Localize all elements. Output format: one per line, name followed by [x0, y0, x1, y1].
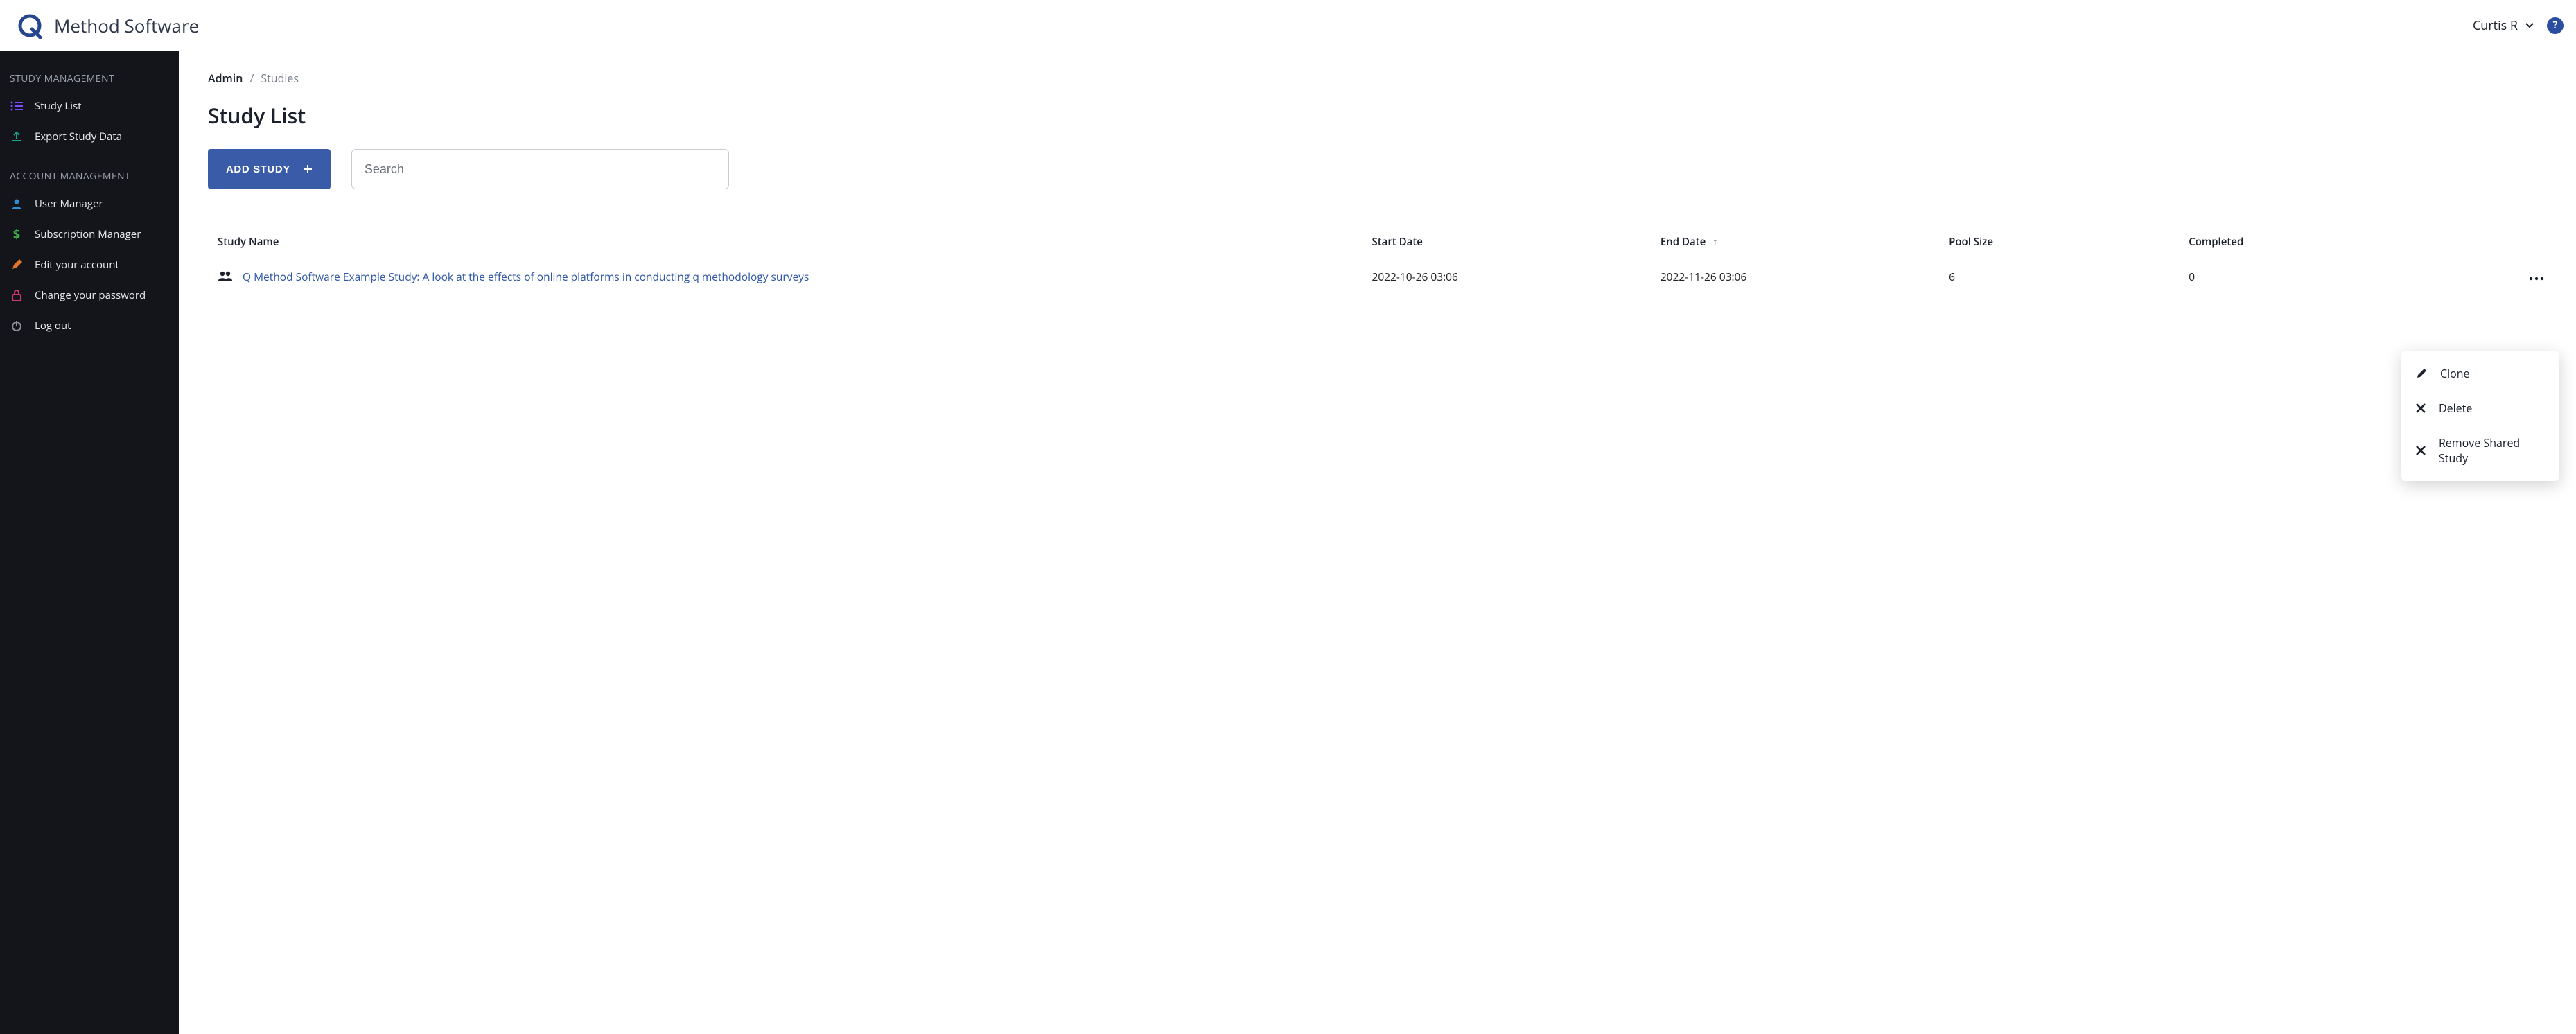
cell-pool-size: 6: [1939, 259, 2179, 295]
user-icon: [10, 197, 24, 211]
row-actions-button[interactable]: [2529, 277, 2544, 281]
svg-text:$: $: [13, 227, 20, 241]
sidebar-item-label: Subscription Manager: [35, 227, 141, 241]
table-header-row: Study Name Start Date End Date ↑ Pool Si…: [208, 228, 2554, 259]
sidebar-item-logout[interactable]: Log out: [0, 310, 179, 341]
breadcrumb-current: Studies: [261, 71, 299, 86]
app-header: Method Software Curtis R ?: [0, 0, 2576, 51]
sidebar-item-label: Export Study Data: [35, 130, 122, 143]
col-header-actions: [2460, 228, 2554, 259]
sidebar-item-subscription-manager[interactable]: $ Subscription Manager: [0, 219, 179, 249]
col-header-study-name[interactable]: Study Name: [208, 228, 1362, 259]
user-menu[interactable]: Curtis R: [2473, 17, 2534, 34]
cell-completed: 0: [2179, 259, 2460, 295]
add-study-label: ADD STUDY: [226, 164, 290, 175]
close-icon: [2415, 403, 2426, 414]
brand-name: Method Software: [54, 13, 199, 38]
col-header-pool-size[interactable]: Pool Size: [1939, 228, 2179, 259]
sidebar-item-change-password[interactable]: Change your password: [0, 280, 179, 310]
upload-icon: [10, 130, 24, 143]
search-input[interactable]: [351, 149, 729, 189]
lock-icon: [10, 288, 24, 302]
sidebar-item-export-study-data[interactable]: Export Study Data: [0, 121, 179, 152]
sidebar-item-edit-account[interactable]: Edit your account: [0, 249, 179, 280]
breadcrumb: Admin / Studies: [208, 71, 2554, 86]
add-study-button[interactable]: ADD STUDY: [208, 149, 331, 189]
help-icon[interactable]: ?: [2547, 17, 2564, 34]
sidebar-section-study: STUDY MANAGEMENT: [0, 64, 179, 91]
people-icon: [218, 270, 233, 281]
sidebar-section-account: ACCOUNT MANAGEMENT: [0, 161, 179, 189]
row-actions-menu: Clone Delete Remove Shared Study: [2401, 351, 2559, 481]
sort-asc-icon: ↑: [1712, 235, 1718, 249]
close-icon: [2415, 445, 2426, 456]
power-icon: [10, 319, 24, 333]
sidebar-item-label: Edit your account: [35, 258, 119, 272]
main-content: Admin / Studies Study List ADD STUDY Stu…: [179, 51, 2576, 1034]
sidebar-item-user-manager[interactable]: User Manager: [0, 189, 179, 219]
app-body: STUDY MANAGEMENT Study List: [0, 51, 2576, 1034]
page-title: Study List: [208, 101, 2554, 130]
plus-icon: [303, 164, 313, 174]
breadcrumb-separator: /: [249, 71, 254, 86]
list-icon: [10, 99, 24, 113]
menu-item-clone[interactable]: Clone: [2401, 356, 2559, 391]
study-name-cell: Q Method Software Example Study: A look …: [218, 269, 1352, 285]
breadcrumb-root[interactable]: Admin: [208, 71, 243, 86]
col-header-start-date[interactable]: Start Date: [1362, 228, 1650, 259]
sidebar-item-label: Change your password: [35, 288, 146, 302]
more-horizontal-icon: [2529, 277, 2544, 281]
pencil-icon: [10, 258, 24, 272]
app-root: Method Software Curtis R ? STUDY MANAGEM…: [0, 0, 2576, 1034]
sidebar: STUDY MANAGEMENT Study List: [0, 51, 179, 1034]
menu-item-label: Delete: [2439, 401, 2472, 416]
chevron-down-icon: [2525, 21, 2534, 30]
sidebar-item-label: User Manager: [35, 197, 103, 211]
col-header-completed[interactable]: Completed: [2179, 228, 2460, 259]
menu-item-label: Remove Shared Study: [2439, 435, 2546, 466]
brand: Method Software: [17, 12, 199, 39]
cell-start-date: 2022-10-26 03:06: [1362, 259, 1650, 295]
table-row: Q Method Software Example Study: A look …: [208, 259, 2554, 295]
controls-row: ADD STUDY: [208, 149, 2554, 189]
col-header-end-date[interactable]: End Date ↑: [1651, 228, 1939, 259]
study-link[interactable]: Q Method Software Example Study: A look …: [243, 269, 809, 285]
dollar-icon: $: [10, 227, 24, 241]
pencil-icon: [2415, 367, 2428, 380]
cell-end-date: 2022-11-26 03:06: [1651, 259, 1939, 295]
sidebar-item-study-list[interactable]: Study List: [0, 91, 179, 121]
menu-item-label: Clone: [2440, 366, 2470, 381]
brand-logo-icon: [17, 12, 43, 39]
sidebar-item-label: Log out: [35, 319, 71, 333]
menu-item-remove-shared[interactable]: Remove Shared Study: [2401, 426, 2559, 475]
menu-item-delete[interactable]: Delete: [2401, 391, 2559, 426]
sidebar-item-label: Study List: [35, 99, 81, 113]
user-name: Curtis R: [2473, 17, 2518, 34]
study-table: Study Name Start Date End Date ↑ Pool Si…: [208, 228, 2554, 295]
